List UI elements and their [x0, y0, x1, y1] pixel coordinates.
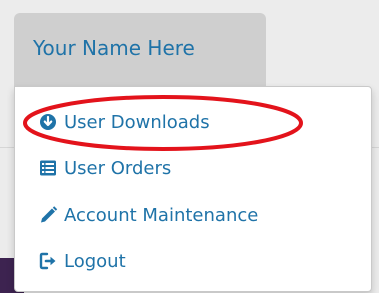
download-circle-icon [39, 113, 59, 131]
user-name-label: Your Name Here [33, 36, 195, 60]
menu-item-label: Logout [64, 250, 126, 272]
list-alt-icon [39, 159, 59, 177]
menu-item-user-downloads[interactable]: User Downloads [39, 108, 210, 136]
menu-item-label: User Orders [64, 157, 172, 179]
menu-item-user-orders[interactable]: User Orders [39, 154, 171, 182]
menu-item-account-maintenance[interactable]: Account Maintenance [39, 201, 258, 229]
menu-item-logout[interactable]: Logout [39, 247, 126, 275]
user-menu-toggle[interactable]: Your Name Here [14, 13, 266, 86]
menu-item-label: User Downloads [64, 111, 210, 133]
logout-icon [39, 252, 59, 270]
app-screen: Your Name Here User Downloads User Order… [0, 0, 379, 293]
menu-item-label: Account Maintenance [64, 204, 259, 226]
pencil-icon [39, 206, 59, 224]
